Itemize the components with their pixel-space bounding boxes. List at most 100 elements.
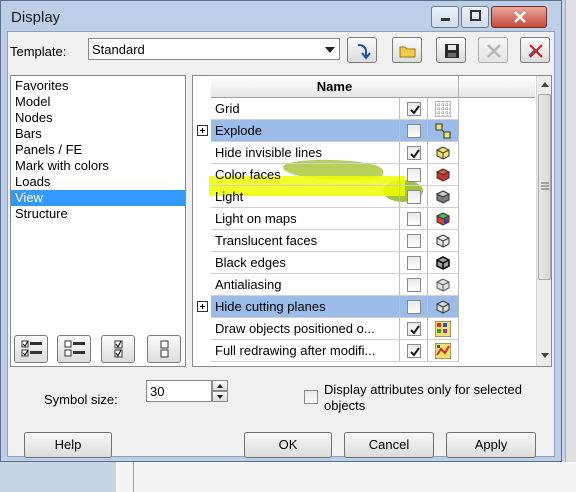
list-item[interactable]: Bars [11, 126, 185, 142]
scroll-up-icon[interactable] [540, 80, 550, 88]
grip-icon [541, 182, 549, 190]
scroll-down-icon[interactable] [540, 352, 550, 360]
list-item[interactable]: Model [11, 94, 185, 110]
row-name: Full redrawing after modifi... [211, 340, 400, 362]
row-icon-cell [428, 186, 459, 208]
close-icon [514, 11, 526, 23]
row-icon-cell [428, 142, 459, 164]
uncheck-selected-button[interactable] [147, 335, 181, 363]
options-grid[interactable]: Name Grid Explode Hide invisible lines Colo… [192, 75, 552, 367]
background-window [116, 462, 576, 492]
row-icon-cell [428, 340, 459, 362]
row-name: Hide cutting planes [211, 296, 400, 318]
row-check-cell [400, 208, 428, 230]
row-check-cell [400, 142, 428, 164]
apply-template-button[interactable] [347, 37, 377, 63]
close-button[interactable] [491, 6, 547, 28]
symbol-size-input[interactable]: 30 [146, 380, 212, 402]
table-row[interactable]: Black edges [193, 252, 535, 274]
table-row[interactable]: Translucent faces [193, 230, 535, 252]
list-item[interactable]: Panels / FE [11, 142, 185, 158]
row-name: Black edges [211, 252, 400, 274]
grid-header-spacer [459, 76, 535, 98]
template-combobox[interactable]: Standard [88, 38, 340, 60]
list-item[interactable]: Nodes [11, 110, 185, 126]
template-value: Standard [92, 42, 145, 57]
minimize-icon [441, 18, 450, 21]
row-icon-cell [428, 164, 459, 186]
stepper-up-button[interactable] [212, 380, 228, 391]
row-icon-cell [428, 296, 459, 318]
row-name: Hide invisible lines [211, 142, 400, 164]
list-item[interactable]: Mark with colors [11, 158, 185, 174]
row-name: Color faces [211, 164, 400, 186]
checkbox-checked[interactable] [407, 344, 421, 358]
checkbox-unchecked[interactable] [407, 278, 421, 292]
uncheck-column-icon [160, 340, 169, 358]
row-check-cell [400, 230, 428, 252]
list-item[interactable]: Favorites [11, 78, 185, 94]
minimize-button[interactable] [431, 6, 459, 28]
table-row[interactable]: Full redrawing after modifi... [193, 340, 535, 362]
apply-arrow-icon [357, 44, 371, 60]
table-row[interactable]: Antialiasing [193, 274, 535, 296]
title-bar: Display [1, 1, 561, 33]
checkbox-checked[interactable] [407, 102, 421, 116]
row-icon-cell [428, 98, 459, 120]
ok-button[interactable]: OK [244, 432, 332, 458]
save-template-button[interactable] [436, 37, 466, 63]
grid-scrollbar[interactable] [536, 76, 551, 366]
row-icon-cell [428, 252, 459, 274]
table-row[interactable]: Grid [193, 98, 535, 120]
attributes-checkbox[interactable] [304, 390, 318, 404]
row-check-cell [400, 318, 428, 340]
check-list-icon [21, 340, 42, 357]
list-item[interactable]: Structure [11, 206, 185, 222]
checkbox-unchecked[interactable] [407, 190, 421, 204]
checkbox-checked[interactable] [407, 146, 421, 160]
table-row[interactable]: Light on maps [193, 208, 535, 230]
uncheck-list-icon [64, 340, 85, 357]
checkbox-checked[interactable] [407, 322, 421, 336]
delete-template-button[interactable] [478, 37, 508, 63]
table-row[interactable]: Hide cutting planes [193, 296, 535, 318]
row-icon-cell [428, 120, 459, 142]
scrollbar-thumb[interactable] [538, 94, 551, 280]
help-button[interactable]: Help [24, 432, 112, 458]
table-row[interactable]: Hide invisible lines [193, 142, 535, 164]
window-title: Display [11, 9, 61, 26]
table-row[interactable]: Color faces [193, 164, 535, 186]
symbol-size-stepper[interactable]: 30 [146, 380, 228, 402]
row-name: Draw objects positioned o... [211, 318, 400, 340]
row-icon-cell [428, 274, 459, 296]
select-all-button[interactable] [14, 335, 48, 363]
check-column-icon [114, 340, 123, 358]
table-row[interactable]: Draw objects positioned o... [193, 318, 535, 340]
cancel-button[interactable]: Cancel [344, 432, 434, 458]
row-check-cell [400, 120, 428, 142]
reset-template-button[interactable] [520, 37, 550, 63]
table-row[interactable]: Light [193, 186, 535, 208]
category-list[interactable]: Favorites Model Nodes Bars Panels / FE M… [10, 75, 186, 367]
expand-icon[interactable] [197, 125, 208, 136]
open-template-button[interactable] [392, 37, 422, 63]
checkbox-unchecked[interactable] [407, 168, 421, 182]
apply-button[interactable]: Apply [446, 432, 536, 458]
list-item[interactable]: Loads [11, 174, 185, 190]
stepper-down-button[interactable] [212, 391, 228, 402]
expand-icon[interactable] [197, 301, 208, 312]
maximize-button[interactable] [461, 6, 489, 28]
checkbox-unchecked[interactable] [407, 124, 421, 138]
table-row[interactable]: Explode [193, 120, 535, 142]
row-check-cell [400, 252, 428, 274]
list-item-selected[interactable]: View [11, 190, 185, 206]
attributes-label-line1: Display attributes only for selected [324, 382, 522, 397]
checkbox-unchecked[interactable] [407, 212, 421, 226]
row-check-cell [400, 164, 428, 186]
checkbox-unchecked[interactable] [407, 234, 421, 248]
background-scrollbar [565, 0, 576, 492]
deselect-all-button[interactable] [57, 335, 91, 363]
checkbox-unchecked[interactable] [407, 300, 421, 314]
checkbox-unchecked[interactable] [407, 256, 421, 270]
check-selected-button[interactable] [101, 335, 135, 363]
